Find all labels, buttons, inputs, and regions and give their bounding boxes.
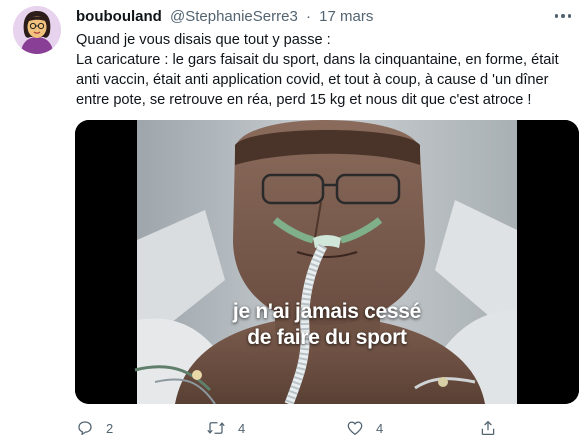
tweet-text-line: Quand je vous disais que tout y passe :: [76, 32, 331, 48]
avatar-illustration: [13, 6, 61, 54]
retweet-button[interactable]: 4: [206, 416, 245, 440]
author-name[interactable]: boubouland: [76, 8, 162, 25]
author-handle[interactable]: @StephanieSerre3: [170, 8, 298, 25]
tweet-actions: 2 4 4: [76, 416, 556, 440]
reply-icon: [78, 421, 92, 436]
video-caption-line: de faire du sport: [247, 326, 407, 349]
share-icon: [481, 420, 495, 436]
like-count: 4: [376, 420, 384, 436]
tweet-video[interactable]: je n'ai jamais cessé de faire du sport: [75, 120, 579, 404]
tweet-header: boubouland @StephanieSerre3 · 17 mars: [76, 8, 546, 28]
video-caption-line: je n'ai jamais cessé: [232, 300, 422, 323]
tweet-text-line: anti vaccin, était anti application covi…: [76, 72, 549, 88]
like-button[interactable]: 4: [346, 416, 383, 440]
video-frame: [75, 120, 579, 404]
retweet-icon: [207, 422, 225, 434]
tweet-text: Quand je vous disais que tout y passe : …: [76, 30, 576, 110]
tweet-date[interactable]: 17 mars: [319, 8, 373, 25]
avatar[interactable]: [13, 6, 61, 54]
more-icon[interactable]: [548, 8, 578, 24]
like-icon: [347, 421, 363, 436]
tweet-text-line: La caricature : le gars faisait du sport…: [76, 52, 559, 68]
retweet-count: 4: [238, 420, 246, 436]
tweet[interactable]: boubouland @StephanieSerre3 · 17 mars Qu…: [0, 0, 587, 448]
tweet-text-line: entre pote, se retrouve en réa, perd 15 …: [76, 92, 532, 108]
share-button[interactable]: [479, 416, 497, 440]
reply-count: 2: [106, 420, 114, 436]
reply-button[interactable]: 2: [76, 416, 113, 440]
separator: ·: [305, 8, 311, 25]
